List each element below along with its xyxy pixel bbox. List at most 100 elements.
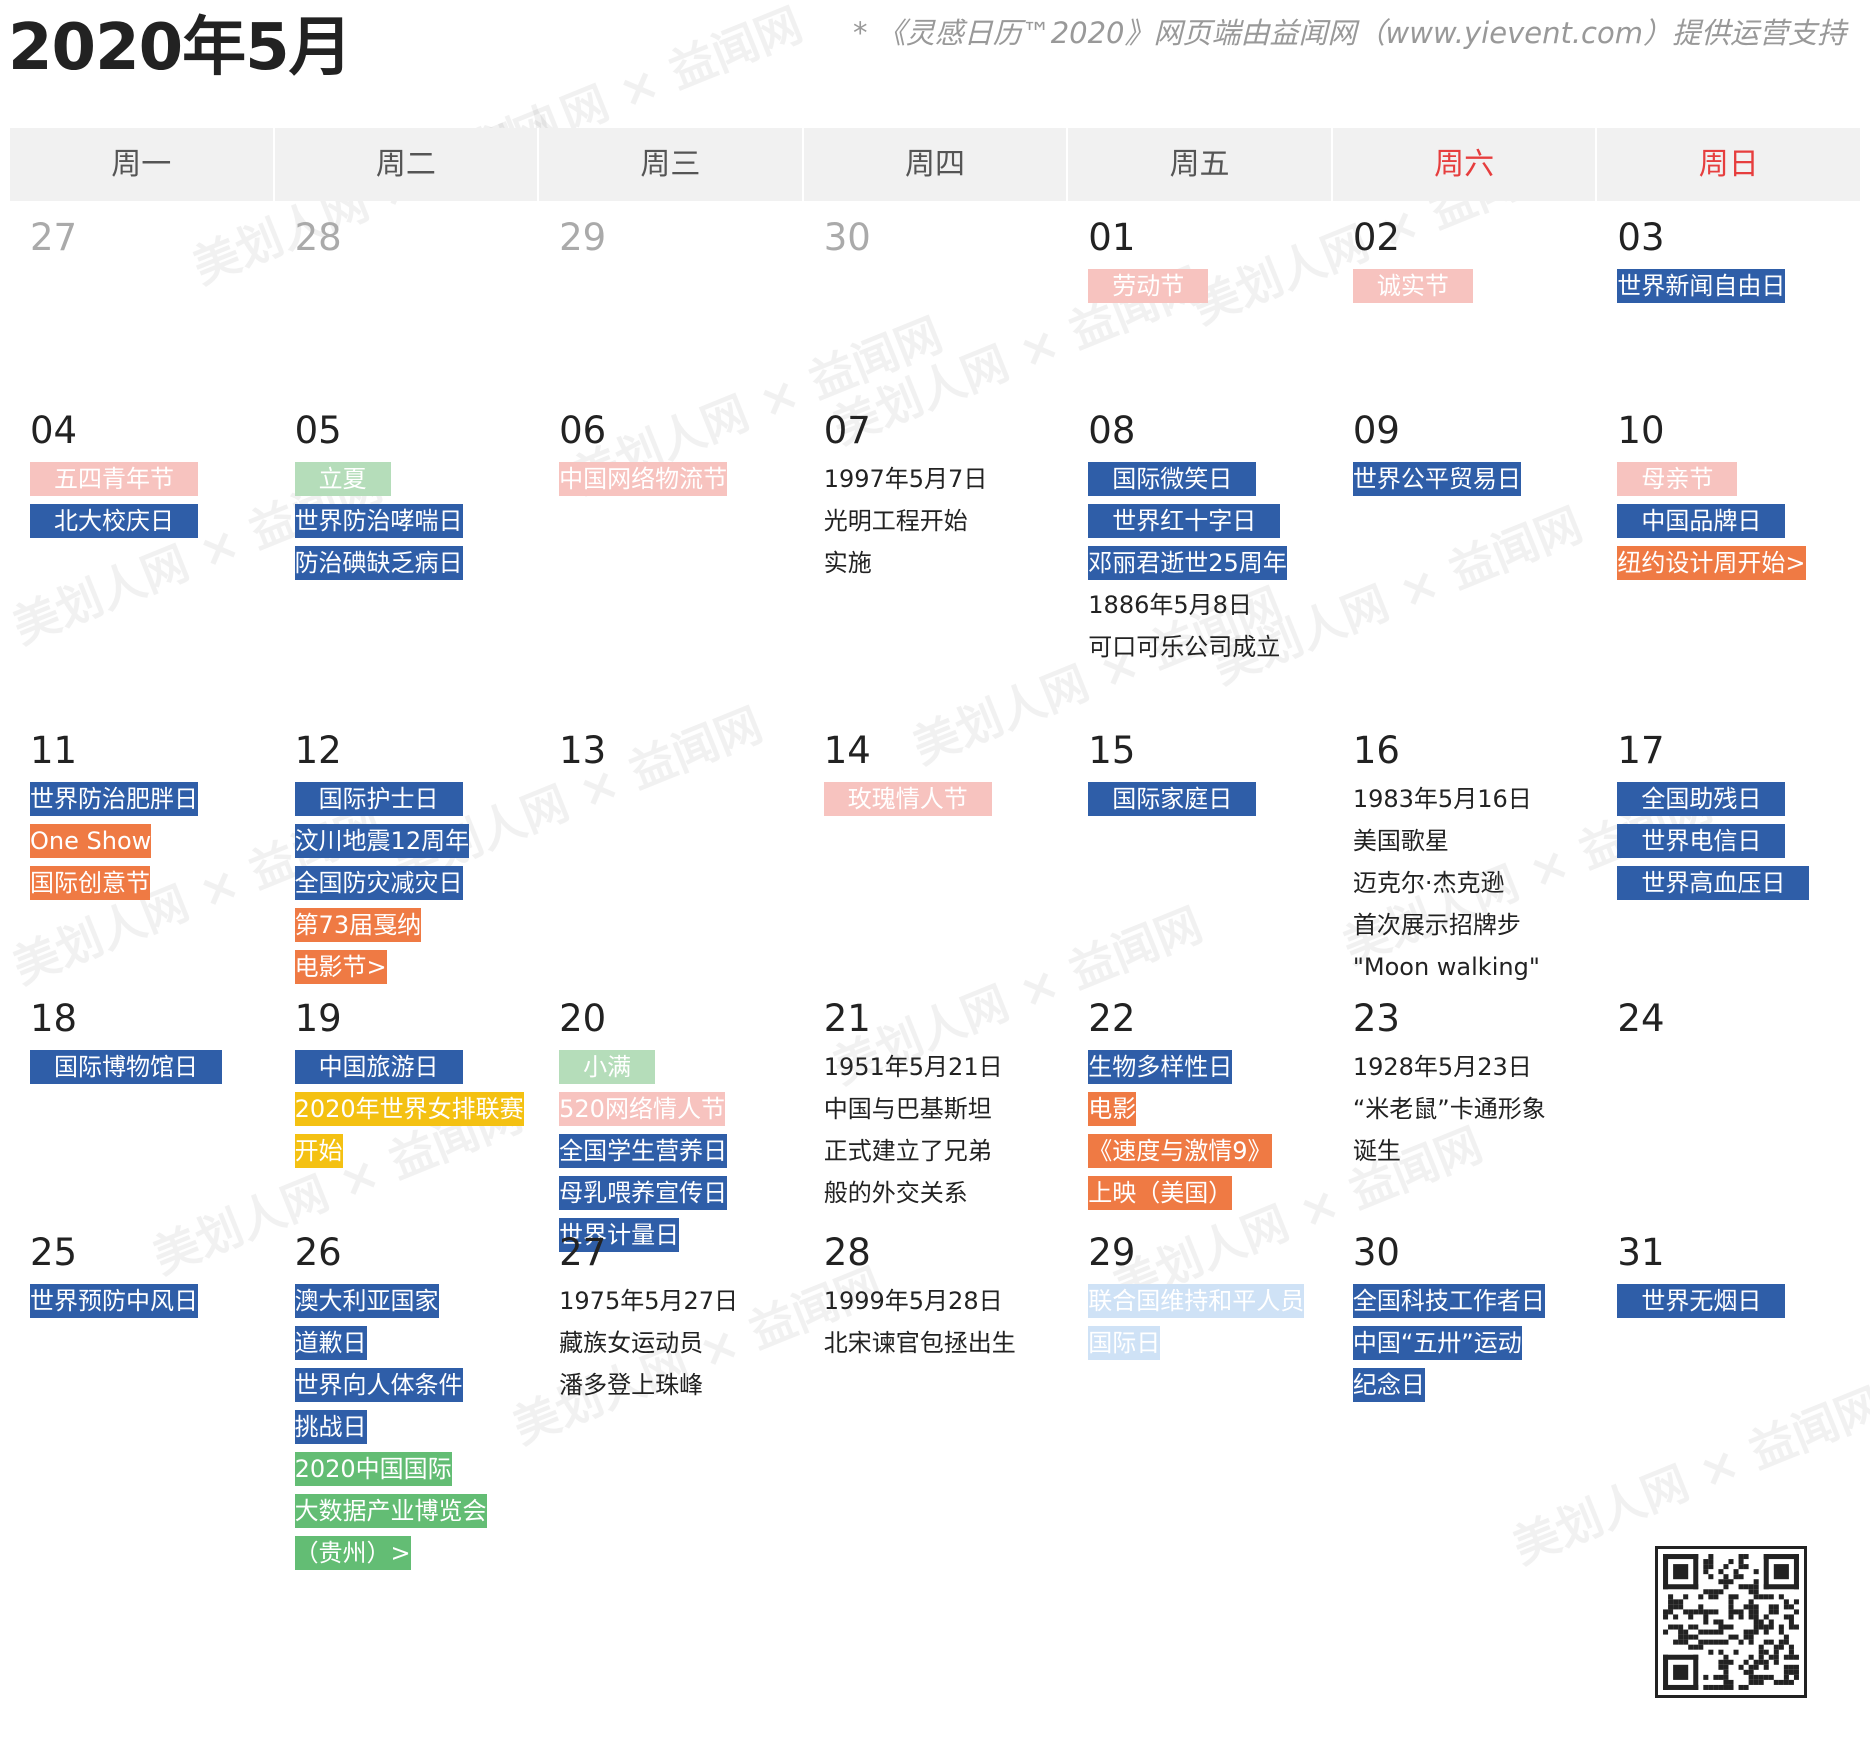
event-tag[interactable]: 世界新闻自由日: [1617, 269, 1786, 303]
day-cell[interactable]: 28: [275, 201, 540, 394]
day-cell[interactable]: 18 国际博物馆日: [10, 982, 275, 1216]
day-cell[interactable]: 11 世界防治肥胖日 One Show 国际创意节: [10, 714, 275, 982]
event-tag[interactable]: 北大校庆日: [30, 504, 198, 538]
day-cell[interactable]: 12 国际护士日 汶川地震12周年 全国防灾减灾日 第73届戛纳 电影节>: [275, 714, 540, 984]
day-number: 04: [30, 409, 78, 452]
day-cell[interactable]: 25 世界预防中风日: [10, 1216, 275, 1636]
event-tag[interactable]: 世界公平贸易日: [1352, 462, 1521, 496]
day-cell[interactable]: 23 1928年5月23日 “米老鼠”卡通形象 诞生: [1333, 982, 1598, 1216]
day-cell[interactable]: 30 全国科技工作者日 中国“五卅”运动 纪念日: [1333, 1216, 1598, 1636]
event-tag[interactable]: One Show: [30, 824, 152, 858]
day-cell[interactable]: 07 1997年5月7日 光明工程开始 实施: [804, 394, 1069, 714]
day-cell[interactable]: 28 1999年5月28日 北宋谏官包拯出生: [804, 1216, 1069, 1636]
day-cell[interactable]: 13: [539, 714, 804, 982]
day-cell[interactable]: 05 立夏 世界防治哮喘日 防治碘缺乏病日: [275, 394, 540, 714]
event-tag[interactable]: 联合国维持和平人员: [1088, 1284, 1305, 1318]
day-cell[interactable]: 24: [1597, 982, 1862, 1216]
day-cell[interactable]: 06 中国网络物流节: [539, 394, 804, 714]
day-cell[interactable]: 04 五四青年节北大校庆日: [10, 394, 275, 714]
event-list: 1997年5月7日 光明工程开始 实施: [824, 462, 1069, 588]
day-cell[interactable]: 22 生物多样性日 电影 《速度与激情9》 上映（美国）: [1068, 982, 1333, 1216]
day-cell[interactable]: 29: [539, 201, 804, 394]
event-tag[interactable]: 劳动节: [1088, 269, 1209, 303]
day-cell[interactable]: 21 1951年5月21日 中国与巴基斯坦 正式建立了兄弟 般的外交关系: [804, 982, 1069, 1216]
event-tag[interactable]: 世界防治肥胖日: [30, 782, 198, 816]
day-number: 10: [1617, 409, 1665, 452]
event-tag[interactable]: 生物多样性日: [1088, 1050, 1233, 1084]
event-tag[interactable]: （贵州）>: [294, 1536, 411, 1570]
event-tag[interactable]: 开始: [294, 1134, 343, 1168]
event-tag[interactable]: 玫瑰情人节: [823, 782, 992, 816]
day-cell[interactable]: 02 诚实节: [1333, 201, 1598, 394]
day-cell[interactable]: 16 1983年5月16日 美国歌星 迈克尔·杰克逊 首次展示招牌步 "Moon walk…: [1333, 714, 1598, 982]
event-tag[interactable]: 邓丽君逝世25周年: [1088, 546, 1287, 580]
event-tag[interactable]: 2020中国国际: [294, 1452, 452, 1486]
event-tag[interactable]: 520网络情人节: [559, 1092, 725, 1126]
event-tag[interactable]: 《速度与激情9》: [1088, 1134, 1272, 1168]
event-tag[interactable]: 世界无烟日: [1617, 1284, 1786, 1318]
day-cell[interactable]: 15 国际家庭日: [1068, 714, 1333, 982]
event-tag[interactable]: 防治碘缺乏病日: [294, 546, 463, 580]
event-tag[interactable]: 诚实节: [1352, 269, 1473, 303]
event-tag[interactable]: 道歉日: [294, 1326, 367, 1360]
day-cell[interactable]: 20 小满 520网络情人节 全国学生营养日 母乳喂养宣传日 世界计量日: [539, 982, 804, 1252]
event-tag[interactable]: 全国科技工作者日: [1352, 1284, 1545, 1318]
day-cell[interactable]: 26 澳大利亚国家 道歉日 世界向人体条件 挑战日 2020中国国际 大数据产业博览会 （贵州…: [275, 1216, 540, 1636]
event-tag[interactable]: 纽约设计周开始>: [1617, 546, 1806, 580]
event-tag[interactable]: 汶川地震12周年: [294, 824, 470, 858]
day-cell[interactable]: 14 玫瑰情人节: [804, 714, 1069, 982]
day-cell[interactable]: 27 1975年5月27日 藏族女运动员 潘多登上珠峰: [539, 1216, 804, 1636]
event-tag[interactable]: 母乳喂养宣传日: [559, 1176, 728, 1210]
day-cell[interactable]: 27: [10, 201, 275, 394]
event-tag[interactable]: 国际微笑日: [1088, 462, 1257, 496]
event-tag[interactable]: 国际护士日: [294, 782, 463, 816]
event-tag[interactable]: 世界红十字日: [1088, 504, 1281, 538]
event-tag[interactable]: 大数据产业博览会: [294, 1494, 487, 1528]
event-tag[interactable]: 全国学生营养日: [559, 1134, 728, 1168]
day-number: 13: [559, 729, 607, 772]
day-cell[interactable]: 19 中国旅游日 2020年世界女排联赛 开始: [275, 982, 540, 1216]
event-tag[interactable]: 电影: [1088, 1092, 1137, 1126]
event-tag[interactable]: 国际创意节: [30, 866, 150, 900]
event-tag[interactable]: 小满: [559, 1050, 656, 1084]
day-cell[interactable]: 08 国际微笑日 世界红十字日 邓丽君逝世25周年 1886年5月8日 可口可乐公司成立: [1068, 394, 1333, 714]
event-note: 般的外交关系: [823, 1179, 968, 1207]
event-tag[interactable]: 挑战日: [294, 1410, 367, 1444]
day-number: 28: [294, 216, 342, 259]
day-cell[interactable]: 01 劳动节: [1068, 201, 1333, 394]
event-tag[interactable]: 2020年世界女排联赛: [294, 1092, 524, 1126]
event-tag[interactable]: 电影节>: [294, 950, 387, 984]
event-tag[interactable]: 第73届戛纳: [294, 908, 422, 942]
event-tag[interactable]: 立夏: [294, 462, 391, 496]
event-tag[interactable]: 澳大利亚国家: [294, 1284, 439, 1318]
day-cell[interactable]: 03 世界新闻自由日: [1597, 201, 1862, 394]
event-tag[interactable]: 世界向人体条件: [294, 1368, 463, 1402]
event-tag[interactable]: 国际家庭日: [1088, 782, 1257, 816]
event-tag[interactable]: 中国品牌日: [1617, 504, 1786, 538]
event-tag[interactable]: 上映（美国）: [1088, 1176, 1233, 1210]
day-cell[interactable]: 17 全国助残日 世界电信日 世界高血压日: [1597, 714, 1862, 982]
event-tag[interactable]: 国际博物馆日: [30, 1050, 222, 1084]
event-tag[interactable]: 纪念日: [1352, 1368, 1425, 1402]
day-cell[interactable]: 09 世界公平贸易日: [1333, 394, 1598, 714]
event-tag[interactable]: 全国防灾减灾日: [294, 866, 463, 900]
event-tag[interactable]: 世界防治哮喘日: [294, 504, 463, 538]
event-note: 首次展示招牌步: [1352, 911, 1521, 939]
event-tag[interactable]: 中国旅游日: [294, 1050, 463, 1084]
event-tag[interactable]: 全国助残日: [1617, 782, 1786, 816]
day-number: 23: [1352, 997, 1400, 1040]
event-tag[interactable]: 五四青年节: [30, 462, 198, 496]
day-cell[interactable]: 10 母亲节中国品牌日纽约设计周开始>: [1597, 394, 1862, 714]
event-list: 世界公平贸易日: [1352, 462, 1598, 504]
event-tag[interactable]: 国际日: [1088, 1326, 1161, 1360]
event-tag[interactable]: 世界电信日: [1617, 824, 1786, 858]
event-tag[interactable]: 母亲节: [1617, 462, 1738, 496]
day-number: 20: [559, 997, 607, 1040]
event-tag[interactable]: 中国网络物流节: [559, 462, 728, 496]
day-number: 16: [1352, 729, 1400, 772]
day-cell[interactable]: 29 联合国维持和平人员 国际日: [1068, 1216, 1333, 1636]
event-tag[interactable]: 中国“五卅”运动: [1352, 1326, 1522, 1360]
event-tag[interactable]: 世界预防中风日: [30, 1284, 198, 1318]
day-cell[interactable]: 30: [804, 201, 1069, 394]
event-tag[interactable]: 世界高血压日: [1617, 866, 1810, 900]
